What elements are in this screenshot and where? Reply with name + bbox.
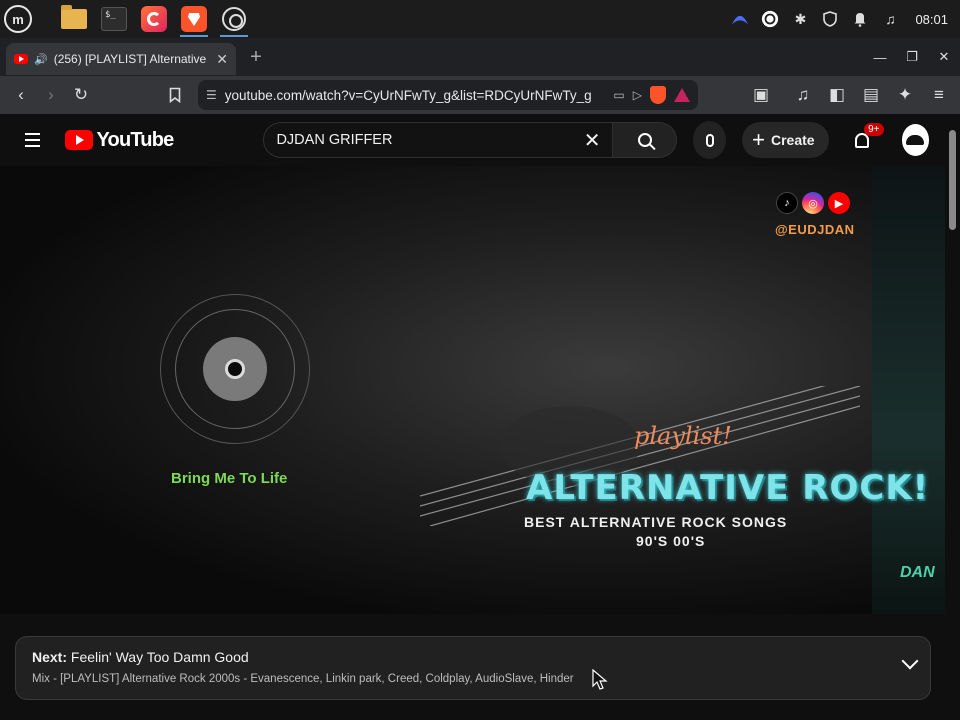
preview-text: DAN xyxy=(900,564,935,581)
bluetooth-icon[interactable]: ✱ xyxy=(791,10,809,28)
system-tray: ✱ ♫ 08:01 xyxy=(731,10,960,28)
shield-icon[interactable] xyxy=(821,10,839,28)
guide-menu-icon[interactable] xyxy=(16,122,49,158)
close-window-icon[interactable]: ✕ xyxy=(928,41,960,73)
os-taskbar: m $_ ✱ ♫ 08:01 xyxy=(0,0,960,38)
vinyl-label xyxy=(203,337,267,401)
search-icon xyxy=(637,133,652,147)
youtube-icon: ▶ xyxy=(828,192,850,214)
avatar[interactable] xyxy=(901,124,929,156)
next-title: Feelin' Way Too Damn Good xyxy=(70,649,249,665)
youtube-favicon-icon xyxy=(14,54,28,64)
youtube-logo[interactable]: YouTube xyxy=(65,128,174,152)
youtube-header: YouTube DJDAN GRIFFER ✕ + Create 9+ xyxy=(0,114,945,166)
brave-launcher[interactable] xyxy=(176,0,212,38)
instagram-icon: ◎ xyxy=(802,192,824,214)
vpn-icon[interactable] xyxy=(731,10,749,28)
minimize-icon[interactable]: — xyxy=(864,41,896,73)
mint-menu-button[interactable]: m xyxy=(0,0,36,38)
linux-mint-icon: m xyxy=(4,5,32,33)
url-text[interactable]: youtube.com/watch?v=CyUrNFwTy_g&list=RDC… xyxy=(225,88,606,103)
tiktok-icon: ♪ xyxy=(776,192,798,214)
brave-shields-icon[interactable] xyxy=(650,86,666,104)
tab-close-icon[interactable]: ✕ xyxy=(216,51,228,68)
clear-search-icon[interactable]: ✕ xyxy=(584,128,601,153)
send-icon[interactable]: ▷ xyxy=(633,88,642,102)
files-launcher[interactable] xyxy=(56,0,92,38)
browser-tabstrip: 🔊 (256) [PLAYLIST] Alternative Rock 2000… xyxy=(0,38,960,76)
notification-badge: 9+ xyxy=(864,123,884,136)
create-label: Create xyxy=(770,132,815,148)
terminal-icon: $_ xyxy=(101,7,127,31)
video-player[interactable]: Bring Me To Life ♪ ◎ ▶ @EUDJDAN playlist… xyxy=(0,166,945,614)
youtube-play-icon xyxy=(65,130,94,150)
mouse-cursor-icon xyxy=(592,669,608,690)
sidebar-icon[interactable]: ◧ xyxy=(822,80,852,110)
restore-icon[interactable]: ❐ xyxy=(896,41,928,73)
next-label: Next: xyxy=(32,649,68,665)
video-song-title: Bring Me To Life xyxy=(171,470,288,487)
tab-title: (256) [PLAYLIST] Alternative Rock 2000s xyxy=(53,52,211,66)
firefox-launcher[interactable] xyxy=(136,0,172,38)
folder-icon xyxy=(61,5,87,29)
browser-tab-active[interactable]: 🔊 (256) [PLAYLIST] Alternative Rock 2000… xyxy=(6,43,236,75)
video-subline-2: 90'S 00'S xyxy=(636,533,706,549)
bookmark-icon[interactable] xyxy=(160,80,190,110)
voice-search-button[interactable] xyxy=(693,121,727,159)
next-video-preview xyxy=(872,166,945,614)
obs-tray-icon[interactable] xyxy=(761,10,779,28)
microphone-icon xyxy=(705,133,714,147)
video-headline: ALTERNATIVE ROCK! xyxy=(526,468,930,508)
media-control-icon[interactable]: ♫ xyxy=(788,80,818,110)
audio-playing-icon[interactable]: 🔊 xyxy=(34,53,48,66)
vinyl-center xyxy=(225,359,245,379)
site-settings-icon[interactable]: ☰ xyxy=(206,88,217,102)
firefox-icon xyxy=(141,6,167,32)
playlist-label: playlist! xyxy=(634,422,732,450)
social-icons: ♪ ◎ ▶ xyxy=(776,192,850,214)
forward-icon[interactable]: › xyxy=(36,80,66,110)
search-query[interactable]: DJDAN GRIFFER xyxy=(276,132,392,148)
channel-handle: @EUDJDAN xyxy=(775,222,855,237)
brave-rewards-icon[interactable] xyxy=(674,88,690,102)
leo-ai-icon[interactable]: ✦ xyxy=(890,80,920,110)
terminal-launcher[interactable]: $_ xyxy=(96,0,132,38)
notification-bell-icon[interactable] xyxy=(851,10,869,28)
search-bar: DJDAN GRIFFER ✕ xyxy=(263,122,678,158)
menu-icon[interactable]: ≡ xyxy=(924,80,954,110)
obs-launcher[interactable] xyxy=(216,0,252,38)
youtube-logo-text: YouTube xyxy=(96,128,174,151)
page-scrollbar[interactable] xyxy=(945,114,960,720)
new-tab-button[interactable]: + xyxy=(242,43,270,71)
vinyl-record-icon xyxy=(160,294,310,444)
reload-icon[interactable]: ↻ xyxy=(66,80,96,110)
search-button[interactable] xyxy=(613,122,678,158)
next-line: Next: Feelin' Way Too Damn Good xyxy=(32,649,914,665)
music-note-icon[interactable]: ♫ xyxy=(881,10,899,28)
browser-toolbar: ‹ › ↻ ☰ youtube.com/watch?v=CyUrNFwTy_g&… xyxy=(0,76,960,114)
screenshot-icon[interactable]: ▣ xyxy=(746,80,776,110)
notifications-button[interactable]: 9+ xyxy=(847,122,884,158)
obs-icon xyxy=(222,7,246,31)
address-bar[interactable]: ☰ youtube.com/watch?v=CyUrNFwTy_g&list=R… xyxy=(198,80,698,110)
create-button[interactable]: + Create xyxy=(742,122,829,158)
scrollbar-thumb[interactable] xyxy=(949,130,956,230)
clock[interactable]: 08:01 xyxy=(915,12,948,27)
wallet-icon[interactable]: ▤ xyxy=(856,80,886,110)
mix-title: Mix - [PLAYLIST] Alternative Rock 2000s … xyxy=(32,673,574,685)
plus-icon: + xyxy=(752,127,765,152)
back-icon[interactable]: ‹ xyxy=(6,80,36,110)
window-controls: — ❐ ✕ xyxy=(864,41,960,73)
up-next-panel[interactable]: Next: Feelin' Way Too Damn Good Mix - [P… xyxy=(15,636,931,700)
cast-icon[interactable]: ▭ xyxy=(613,88,624,102)
video-subline-1: BEST ALTERNATIVE ROCK SONGS xyxy=(524,514,788,530)
search-input[interactable]: DJDAN GRIFFER ✕ xyxy=(263,122,614,158)
toolbar-right: ▣ ♫ ◧ ▤ ✦ ≡ xyxy=(746,80,954,110)
brave-icon xyxy=(181,6,207,32)
